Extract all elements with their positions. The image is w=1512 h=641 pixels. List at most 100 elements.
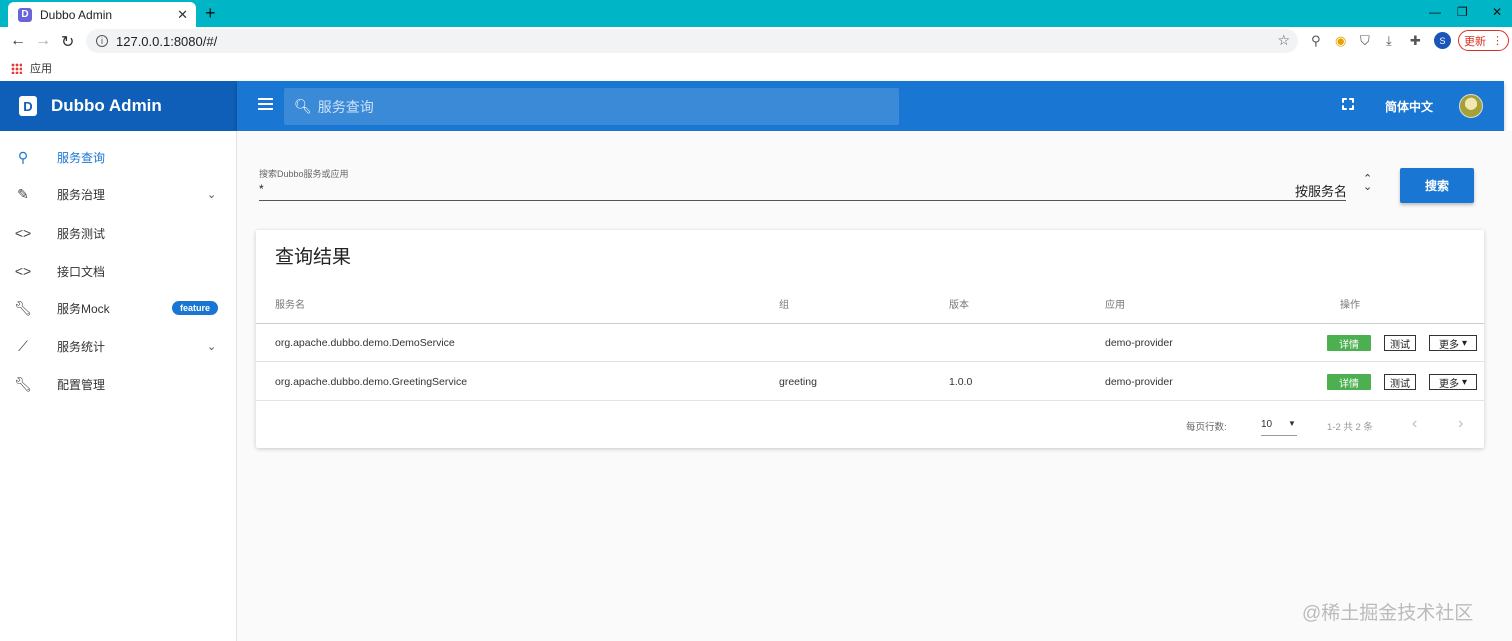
search-placeholder: 服务查询 [317,98,374,115]
search-field-underline [259,200,1346,201]
update-button[interactable]: 更新 ⋮ [1458,30,1509,51]
extension-icon[interactable]: ⚲ [1311,33,1321,49]
browser-tabstrip: D Dubbo Admin ✕ + — ❐ ✕ [0,0,1512,27]
code-icon: <> [14,225,32,241]
back-icon[interactable]: ← [10,32,26,50]
hamburger-menu-icon[interactable] [258,98,273,110]
search-icon: ⚲ [17,148,29,165]
more-button[interactable]: 更多 ▾ [1429,335,1477,351]
user-avatar[interactable] [1459,94,1483,118]
table-row: org.apache.dubbo.demo.DemoService demo-p… [256,324,1484,362]
cell-service: org.apache.dubbo.demo.DemoService [275,337,455,349]
sidebar-item-label: 服务治理 [57,187,106,202]
sidebar-item-config-management[interactable]: 🔧︎ 配置管理 [0,365,236,403]
bookmarks-bar: 应用 [0,55,1512,81]
unfold-icon[interactable]: ⌃ ⌄ [1363,174,1372,193]
caret-down-icon: ▾ [1461,337,1468,349]
restore-icon[interactable]: ❐ [1457,5,1468,19]
chevron-right-icon[interactable]: › [1458,415,1463,433]
bookmark-apps[interactable]: 应用 [30,60,52,76]
caret-down-icon: ▾ [1461,376,1468,388]
cell-version: 1.0.0 [949,376,973,388]
sidebar-item-label: 服务查询 [57,150,106,165]
chevron-down-icon: ⌄ [207,340,217,353]
sidebar-item-label: 服务Mock [57,301,110,316]
cell-service: org.apache.dubbo.demo.GreetingService [275,376,468,388]
main-content: 搜索Dubbo服务或应用 * 按服务名 ⌃ ⌄ 搜索 查询结果 服务名 组 版本 … [237,131,1512,641]
rows-per-page-label: 每页行数: [1186,422,1227,433]
more-button[interactable]: 更多 ▾ [1429,374,1477,390]
sidebar-item-service-mock[interactable]: 🔧︎ 服务Mock feature [0,289,236,327]
pencil-icon: ✎ [17,185,29,202]
dubbo-logo-icon: D [19,96,37,116]
chevron-down-icon: ⌄ [207,188,217,201]
browser-tab[interactable]: D Dubbo Admin ✕ [8,2,196,27]
new-tab-icon[interactable]: + [205,3,216,24]
sidebar-item-service-search[interactable]: ⚲ 服务查询 [0,138,236,176]
star-icon[interactable]: ☆ [1277,32,1290,49]
reload-icon[interactable]: ↻ [61,32,74,52]
detail-button[interactable]: 详情 [1327,335,1371,351]
sidebar-item-service-governance[interactable]: ✎ 服务治理 ⌄ [0,175,236,213]
puzzle-icon[interactable]: ✚ [1410,33,1421,49]
chrome-extension-icon[interactable]: ◉ [1335,33,1346,49]
column-header-actions: 操作 [1340,300,1360,311]
sidebar-item-label: 接口文档 [57,264,106,279]
cell-group: greeting [779,376,817,388]
service-search-input[interactable]: 🔍︎ 服务查询 [284,88,899,125]
test-button[interactable]: 测试 [1384,374,1416,390]
apps-grid-icon[interactable] [11,62,22,74]
sidebar-item-label: 配置管理 [57,377,106,392]
sidebar-item-service-test[interactable]: <> 服务测试 [0,214,236,252]
wrench-icon: 🔧︎ [14,375,32,392]
cell-app: demo-provider [1105,337,1173,349]
sidebar-item-label: 服务测试 [57,226,106,241]
chevron-left-icon[interactable]: ‹ [1412,415,1417,433]
search-button[interactable]: 搜索 [1400,168,1474,203]
forward-icon[interactable]: → [35,32,51,50]
app-topbar: 🔍︎ 服务查询 简体中文 [237,81,1504,131]
browser-toolbar: ← → ↻ i 127.0.0.1:8080/#/ ☆ ⚲ ◉ ⛉ ⤓ ✚ S … [0,27,1512,55]
shield-icon[interactable]: ⛉ [1360,33,1370,49]
column-header-version[interactable]: 版本 [949,296,969,311]
sidebar-item-service-stats[interactable]: ⟋ 服务统计 ⌄ [0,327,236,365]
column-header-app[interactable]: 应用 [1105,296,1125,311]
tab-title: Dubbo Admin [40,7,113,22]
rows-per-page-value: 10 [1261,419,1273,430]
app-brand[interactable]: D Dubbo Admin [0,81,237,131]
sort-select[interactable]: 按服务名 [1295,181,1347,200]
results-card: 查询结果 服务名 组 版本 应用 操作 org.apache.dubbo.dem… [256,230,1484,448]
column-header-group[interactable]: 组 [779,296,789,311]
results-title: 查询结果 [275,247,352,268]
close-icon[interactable]: ✕ [177,7,188,23]
more-vert-icon: ⋮ [1492,35,1503,47]
minimize-icon[interactable]: — [1429,5,1441,19]
info-icon[interactable]: i [96,35,108,47]
column-header-service[interactable]: 服务名 [275,296,305,311]
detail-button[interactable]: 详情 [1327,374,1371,390]
language-switcher[interactable]: 简体中文 [1385,98,1433,115]
window-close-icon[interactable]: ✕ [1492,5,1502,19]
profile-avatar[interactable]: S [1434,32,1451,49]
watermark: @稀土掘金技术社区 [1302,603,1474,624]
search-field[interactable]: * [259,182,264,196]
wrench-icon: 🔧︎ [14,299,32,316]
caret-down-icon: ▼ [1288,419,1296,428]
brand-title: Dubbo Admin [51,96,162,115]
fullscreen-icon[interactable] [1342,98,1354,110]
url-text: 127.0.0.1:8080/#/ [116,33,218,49]
dubbo-favicon-icon: D [18,7,32,22]
code-icon: <> [14,263,32,279]
rows-per-page-select[interactable]: 10 ▼ [1261,416,1297,436]
address-bar[interactable]: i 127.0.0.1:8080/#/ ☆ [86,29,1298,53]
download-icon[interactable]: ⤓ [1386,33,1392,49]
sidebar-item-label: 服务统计 [57,339,106,354]
sidebar-item-api-docs[interactable]: <> 接口文档 [0,252,236,290]
feature-badge: feature [172,301,219,315]
table-row: org.apache.dubbo.demo.GreetingService gr… [256,363,1484,401]
pagination-range: 1-2 共 2 条 [1327,422,1373,433]
trending-icon: ⟋ [18,337,28,354]
more-label: 更多 [1438,378,1459,390]
more-label: 更多 [1438,339,1459,351]
test-button[interactable]: 测试 [1384,335,1416,351]
